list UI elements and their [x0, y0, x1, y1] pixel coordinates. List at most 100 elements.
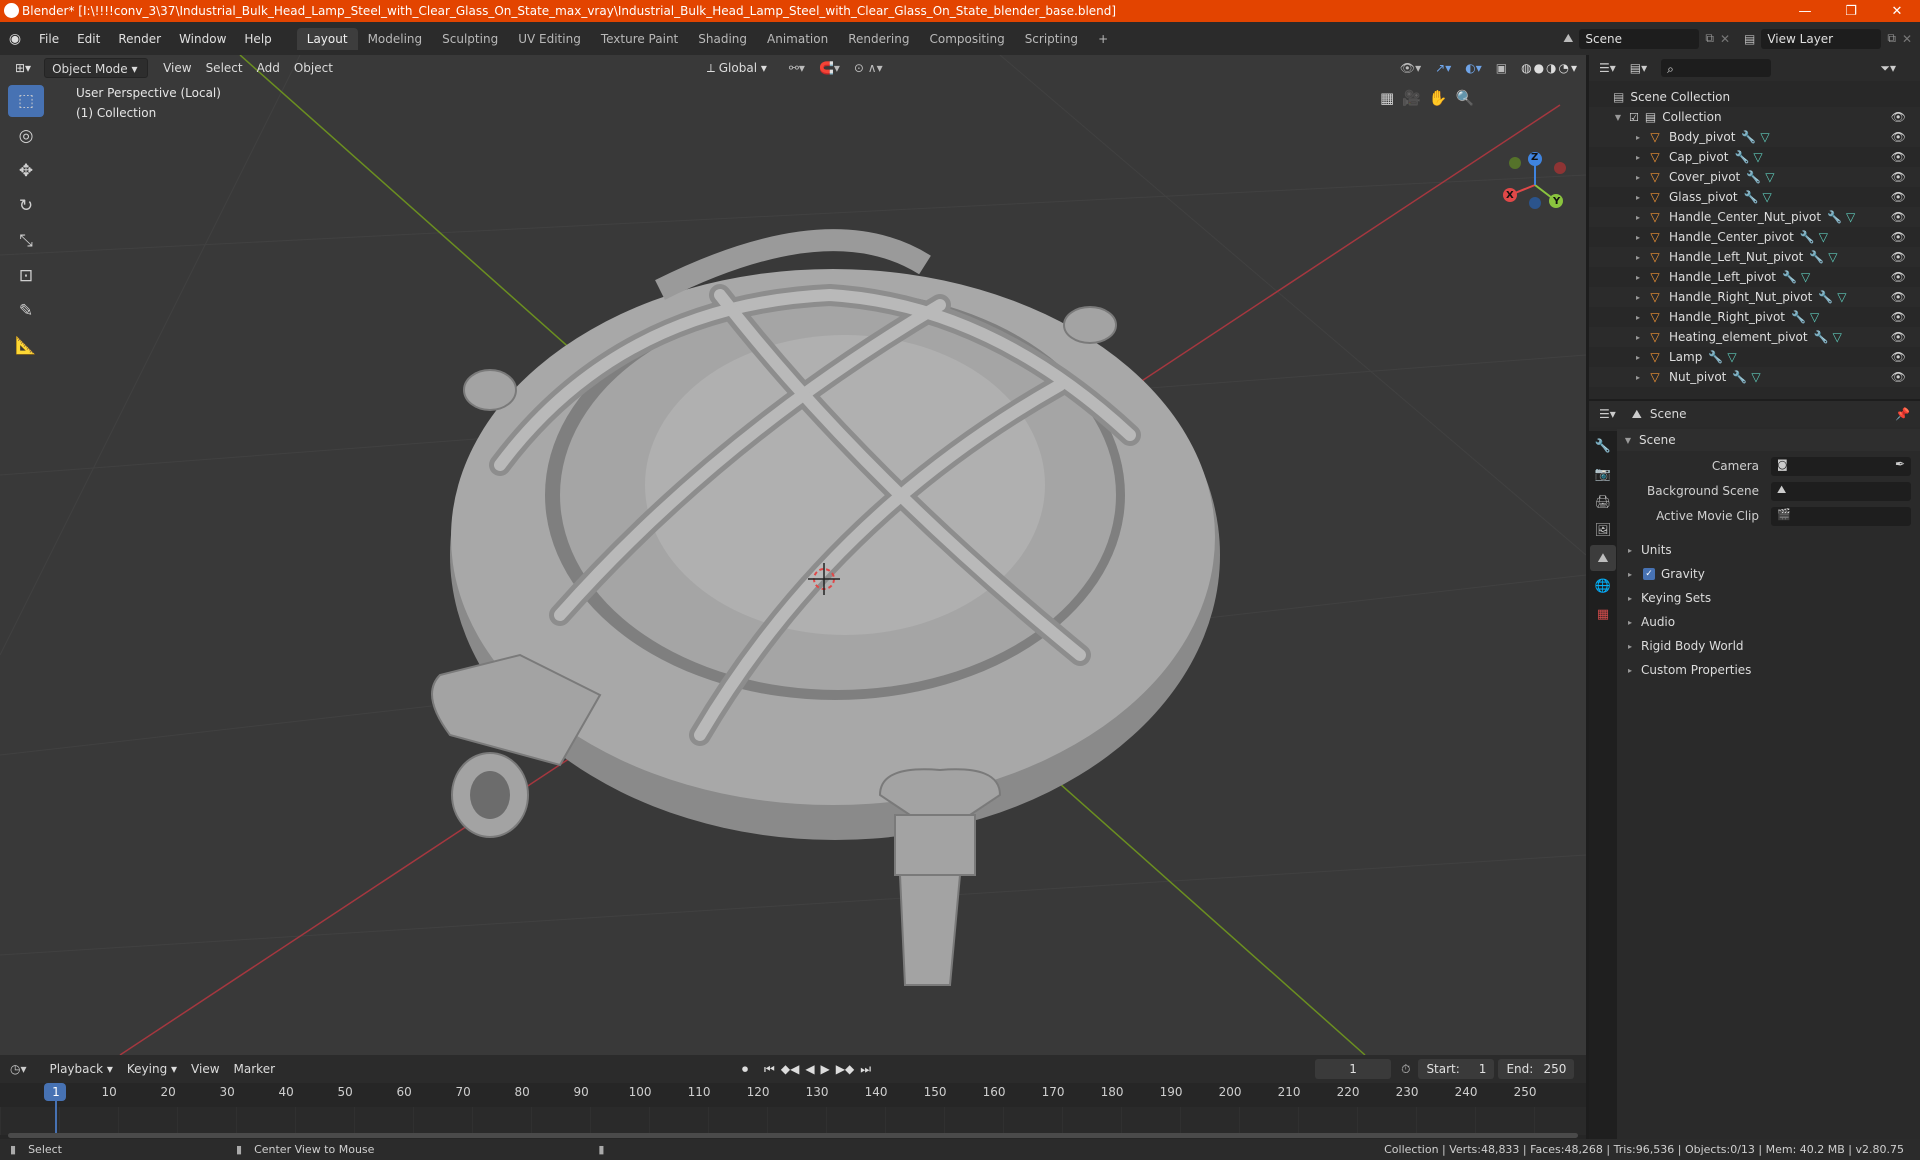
visibility-eye-icon[interactable]: 👁: [1891, 230, 1906, 244]
scene-tab-icon[interactable]: ⛰: [1590, 545, 1616, 571]
expand-triangle-icon[interactable]: ▸: [1633, 193, 1643, 202]
mesh-data-icon[interactable]: ▽: [1765, 170, 1774, 184]
pin-icon[interactable]: 📌: [1895, 407, 1910, 421]
move-tool-icon[interactable]: ✥: [8, 155, 44, 187]
tab-layout[interactable]: Layout: [296, 27, 358, 50]
properties-editor-icon[interactable]: ☰▾: [1599, 407, 1616, 421]
scene-field[interactable]: Scene: [1579, 28, 1700, 49]
editor-type-icon[interactable]: ⊞▾: [8, 58, 38, 78]
visibility-eye-icon[interactable]: 👁: [1891, 130, 1906, 144]
mesh-data-icon[interactable]: ▽: [1837, 290, 1846, 304]
cursor-tool-icon[interactable]: ◎: [8, 120, 44, 152]
scene-remove-icon[interactable]: ✕: [1720, 32, 1730, 46]
xray-icon[interactable]: ▣: [1489, 58, 1514, 78]
modifier-wrench-icon[interactable]: 🔧: [1791, 310, 1806, 324]
expand-triangle-icon[interactable]: ▸: [1633, 153, 1643, 162]
expand-triangle-icon[interactable]: ▸: [1633, 313, 1643, 322]
tab-animation[interactable]: Animation: [757, 28, 838, 50]
view-layer-new-icon[interactable]: ⧉: [1887, 31, 1896, 46]
menu-help[interactable]: Help: [235, 29, 280, 49]
object-mode-dropdown[interactable]: Object Mode ▾: [44, 58, 149, 78]
timeline-menu-view[interactable]: View: [184, 1059, 226, 1079]
modifier-wrench-icon[interactable]: 🔧: [1708, 350, 1723, 364]
start-frame-field[interactable]: Start: 1: [1418, 1059, 1495, 1079]
menu-edit[interactable]: Edit: [68, 29, 109, 49]
outliner-object-row[interactable]: ▸ ▽ Handle_Left_pivot 🔧 ▽ 👁: [1589, 267, 1920, 287]
menu-window[interactable]: Window: [170, 29, 235, 49]
properties-section-row[interactable]: ▸ Custom Properties: [1619, 659, 1909, 681]
expand-triangle-icon[interactable]: ▸: [1633, 233, 1643, 242]
timeline-editor-icon[interactable]: ◷▾: [10, 1062, 27, 1076]
view-layer-field[interactable]: View Layer: [1761, 28, 1882, 49]
scale-tool-icon[interactable]: ⤡: [8, 225, 44, 257]
world-tab-icon[interactable]: 🌐: [1590, 573, 1616, 599]
mesh-data-icon[interactable]: ▽: [1819, 230, 1828, 244]
timeline-menu-keying[interactable]: Keying ▾: [120, 1059, 184, 1079]
expand-triangle-icon[interactable]: ▸: [1633, 373, 1643, 382]
expand-triangle-icon[interactable]: ▸: [1633, 173, 1643, 182]
view-layer-icon[interactable]: ▤: [1744, 32, 1755, 46]
modifier-wrench-icon[interactable]: 🔧: [1818, 290, 1833, 304]
play-reverse-icon[interactable]: ◀: [805, 1062, 814, 1077]
scene-collection-row[interactable]: ▤ Scene Collection: [1589, 87, 1920, 107]
grid-view-icon[interactable]: ▦: [1380, 89, 1394, 107]
scene-new-icon[interactable]: ⧉: [1705, 31, 1714, 46]
select-box-tool-icon[interactable]: ⬚: [8, 85, 44, 117]
close-button[interactable]: ✕: [1874, 0, 1920, 22]
expand-triangle-icon[interactable]: ▸: [1633, 333, 1643, 342]
collection-eye-icon[interactable]: 👁: [1891, 110, 1906, 124]
tab-shading[interactable]: Shading: [688, 28, 757, 50]
scene-panel-header[interactable]: ▼ Scene: [1617, 429, 1920, 451]
pan-hand-icon[interactable]: ✋: [1429, 89, 1448, 107]
camera-view-icon[interactable]: 🎥: [1402, 89, 1421, 107]
tab-compositing[interactable]: Compositing: [919, 28, 1014, 50]
visibility-eye-icon[interactable]: 👁: [1891, 310, 1906, 324]
modifier-wrench-icon[interactable]: 🔧: [1746, 170, 1761, 184]
tab-uv-editing[interactable]: UV Editing: [508, 28, 591, 50]
properties-section-row[interactable]: ▸ Keying Sets: [1619, 587, 1909, 609]
gizmo-x-label[interactable]: X: [1506, 190, 1514, 201]
expand-triangle-icon[interactable]: ▸: [1633, 253, 1643, 262]
mesh-data-icon[interactable]: ▽: [1846, 210, 1855, 224]
jump-start-icon[interactable]: ⏮: [764, 1062, 775, 1077]
outliner-object-row[interactable]: ▸ ▽ Handle_Right_Nut_pivot 🔧 ▽ 👁: [1589, 287, 1920, 307]
scene-icon[interactable]: ⛰: [1563, 31, 1573, 46]
timeline-menu-marker[interactable]: Marker: [227, 1059, 282, 1079]
outliner-object-row[interactable]: ▸ ▽ Nut_pivot 🔧 ▽ 👁: [1589, 367, 1920, 387]
view-layer-tab-icon[interactable]: 🖼: [1590, 517, 1616, 543]
timeline-scrollbar[interactable]: [8, 1133, 1578, 1138]
properties-section-row[interactable]: ▸ Audio: [1619, 611, 1909, 633]
mesh-data-icon[interactable]: ▽: [1828, 250, 1837, 264]
display-mode-icon[interactable]: ▤▾: [1630, 61, 1647, 75]
tab-rendering[interactable]: Rendering: [838, 28, 919, 50]
outliner-object-row[interactable]: ▸ ▽ Glass_pivot 🔧 ▽ 👁: [1589, 187, 1920, 207]
output-tab-icon[interactable]: 🖨: [1590, 489, 1616, 515]
mesh-data-icon[interactable]: ▽: [1833, 330, 1842, 344]
tab-texture-paint[interactable]: Texture Paint: [591, 28, 688, 50]
view-layer-remove-icon[interactable]: ✕: [1902, 32, 1912, 46]
modifier-wrench-icon[interactable]: 🔧: [1809, 250, 1824, 264]
blender-menu-icon[interactable]: ◉: [0, 31, 30, 47]
mesh-data-icon[interactable]: ▽: [1763, 190, 1772, 204]
collection-checkbox-icon[interactable]: ☑: [1629, 111, 1639, 124]
minimize-button[interactable]: —: [1782, 0, 1828, 22]
visibility-eye-icon[interactable]: 👁: [1891, 250, 1906, 264]
expand-triangle-icon[interactable]: ▸: [1633, 293, 1643, 302]
collection-row[interactable]: ▼ ☑ ▤ Collection 👁: [1589, 107, 1920, 127]
outliner-object-row[interactable]: ▸ ▽ Handle_Left_Nut_pivot 🔧 ▽ 👁: [1589, 247, 1920, 267]
outliner-object-row[interactable]: ▸ ▽ Cover_pivot 🔧 ▽ 👁: [1589, 167, 1920, 187]
outliner-object-row[interactable]: ▸ ▽ Heating_element_pivot 🔧 ▽ 👁: [1589, 327, 1920, 347]
properties-section-row[interactable]: ▸ Rigid Body World: [1619, 635, 1909, 657]
visibility-eye-icon[interactable]: 👁: [1891, 330, 1906, 344]
modifier-wrench-icon[interactable]: 🔧: [1827, 210, 1842, 224]
zoom-icon[interactable]: 🔍: [1456, 89, 1475, 107]
next-keyframe-icon[interactable]: ▶◆: [836, 1062, 854, 1077]
prev-keyframe-icon[interactable]: ◆◀: [781, 1062, 799, 1077]
pivot-icon[interactable]: ⚯▾: [782, 58, 812, 78]
viewport-menu-view[interactable]: View: [156, 58, 198, 78]
mesh-data-icon[interactable]: ▽: [1760, 130, 1769, 144]
expand-triangle-icon[interactable]: ▸: [1633, 273, 1643, 282]
measure-tool-icon[interactable]: 📐: [8, 330, 44, 362]
tab-modeling[interactable]: Modeling: [358, 28, 433, 50]
current-frame-field[interactable]: 1: [1315, 1059, 1392, 1079]
